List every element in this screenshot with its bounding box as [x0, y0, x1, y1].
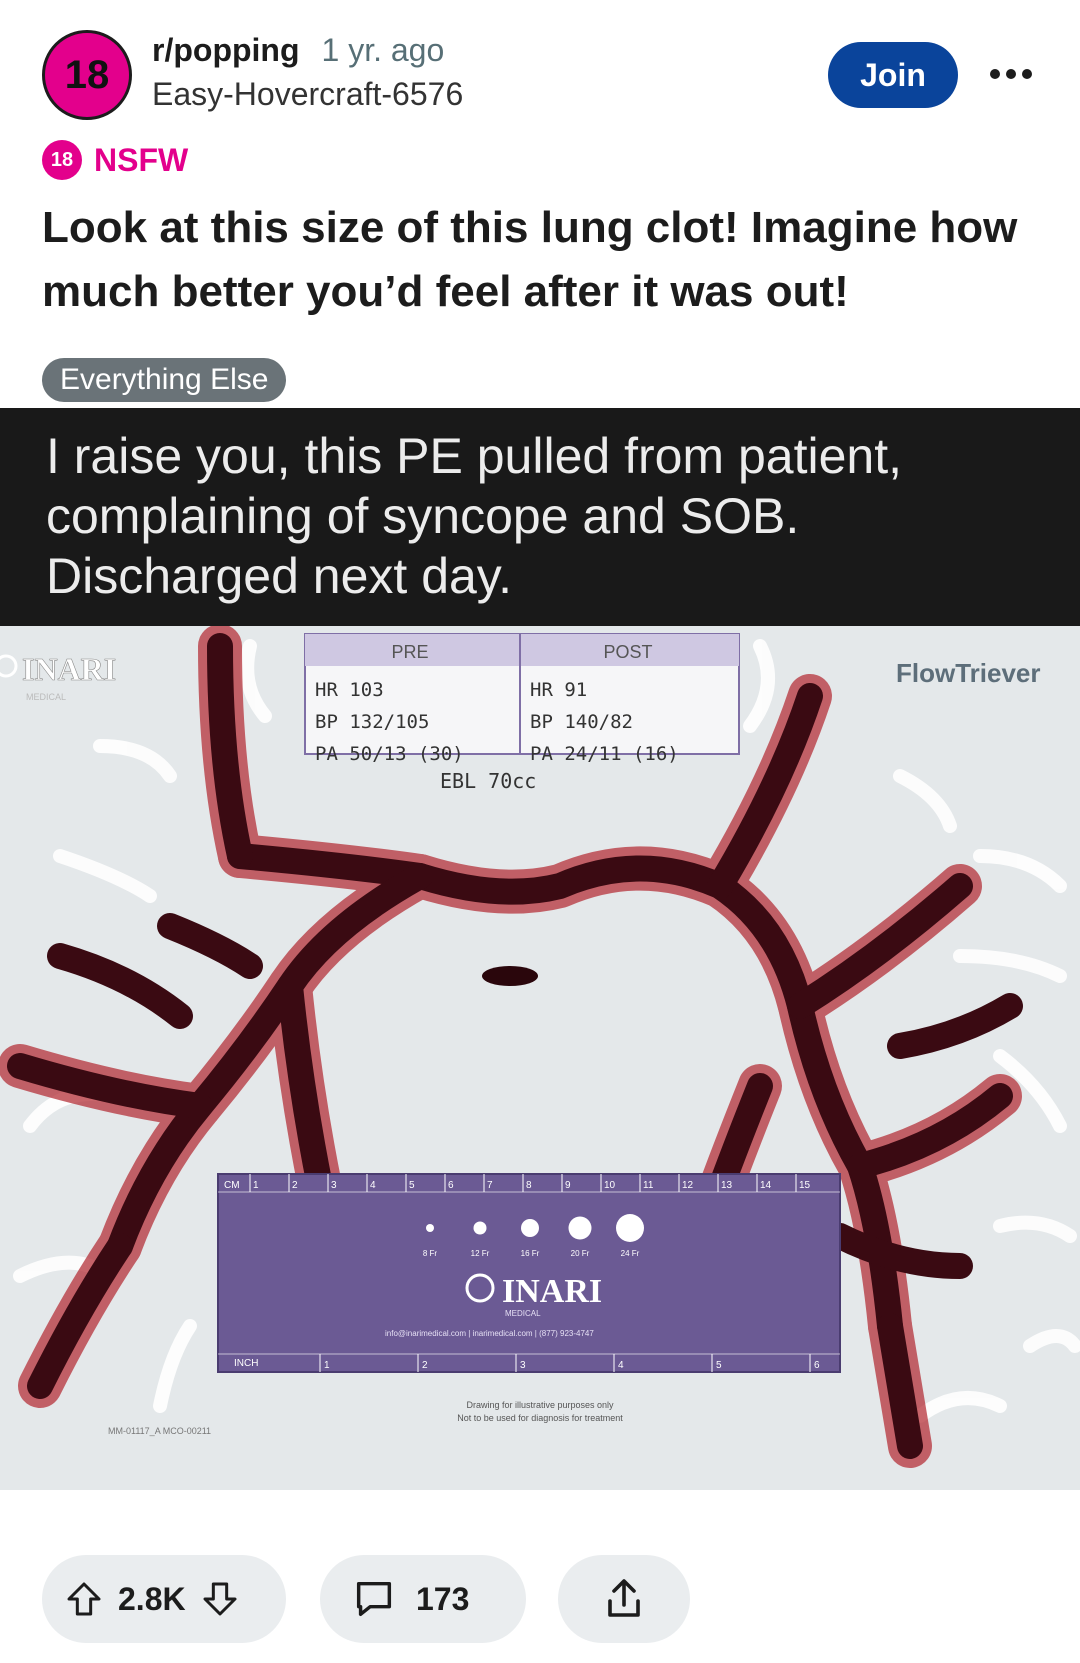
post-age: 1 yr. ago [321, 32, 445, 68]
ruler-cm-label: CM [224, 1180, 240, 1191]
catheter-size-dot [521, 1219, 539, 1237]
post-header: POST [603, 642, 652, 662]
comments-button[interactable]: 173 [320, 1555, 526, 1643]
subreddit-avatar[interactable]: 18 [42, 30, 132, 120]
post-header: 18 r/popping 1 yr. ago Easy-Hovercraft-6… [0, 0, 1080, 130]
pre-line-1: HR 103 [315, 679, 384, 701]
brand-left-sub: MEDICAL [26, 692, 66, 702]
catheter-size-label: 24 Fr [621, 1249, 640, 1258]
catheter-size-dot [473, 1221, 487, 1235]
cm-tick-label: 1 [253, 1180, 259, 1191]
join-button[interactable]: Join [828, 42, 958, 108]
comment-icon [350, 1576, 398, 1622]
catheter-size-dot [568, 1216, 592, 1240]
cm-tick-label: 8 [526, 1180, 532, 1191]
pre-line-3: PA 50/13 (30) [315, 743, 464, 765]
cm-tick-label: 15 [799, 1180, 811, 1191]
share-icon [600, 1575, 648, 1623]
cm-tick-label: 14 [760, 1180, 772, 1191]
inch-tick-label: 5 [716, 1360, 722, 1371]
more-options-icon[interactable] [990, 58, 1032, 90]
post-title[interactable]: Look at this size of this lung clot! Ima… [42, 196, 1042, 324]
cm-tick-label: 6 [448, 1180, 454, 1191]
cm-tick-label: 12 [682, 1180, 694, 1191]
catheter-size-dot [616, 1214, 644, 1242]
catheter-size-label: 12 Fr [471, 1249, 490, 1258]
nsfw-tag: 18 NSFW [42, 140, 188, 180]
catheter-size-label: 8 Fr [423, 1249, 438, 1258]
post-line-3: PA 24/11 (16) [530, 743, 679, 765]
clot-photo-drawing: PRE POST HR 103 BP 132/105 PA 50/13 (30)… [0, 624, 1080, 1490]
image-caption-bar: I raise you, this PE pulled from patient… [0, 408, 1080, 626]
post-line-1: HR 91 [530, 679, 587, 701]
inch-tick-label: 2 [422, 1360, 428, 1371]
post-line-2: BP 140/82 [530, 711, 633, 733]
ebl-note: EBL 70cc [440, 769, 536, 793]
part-number: MM-01117_A MCO-00211 [108, 1426, 211, 1436]
ruler-brand-sub: MEDICAL [505, 1309, 541, 1318]
clot-photo: PRE POST HR 103 BP 132/105 PA 50/13 (30)… [0, 624, 1080, 1490]
cm-tick-label: 13 [721, 1180, 733, 1191]
flowtriever-brand: FlowTriever [896, 658, 1041, 688]
cm-tick-label: 4 [370, 1180, 376, 1191]
post-image[interactable]: I raise you, this PE pulled from patient… [0, 408, 1080, 1490]
post-flair[interactable]: Everything Else [42, 358, 287, 402]
catheter-size-dot [426, 1224, 434, 1232]
cm-tick-label: 2 [292, 1180, 298, 1191]
cm-tick-label: 11 [643, 1180, 654, 1191]
nsfw-label: NSFW [94, 141, 189, 178]
cm-tick-label: 7 [487, 1180, 493, 1191]
inch-tick-label: 3 [520, 1360, 526, 1371]
disclaimer-line-2: Not to be used for diagnosis for treatme… [457, 1413, 623, 1423]
pre-line-2: BP 132/105 [315, 711, 429, 733]
inch-tick-label: 1 [324, 1360, 330, 1371]
inch-tick-label: 4 [618, 1360, 624, 1371]
vote-count: 2.8K [118, 1580, 186, 1617]
downvote-icon[interactable] [200, 1579, 240, 1619]
ruler: 1 2 3 4 5 6 7 8 9 10 11 12 13 14 15 CM 8 Fr 12 Fr 16 Fr 2… [217, 1173, 841, 1373]
subreddit-name[interactable]: r/popping [152, 32, 300, 69]
avatar-label: 18 [52, 40, 122, 110]
cm-tick-label: 10 [604, 1180, 616, 1191]
upvote-icon[interactable] [64, 1579, 104, 1619]
action-bar: 2.8K 173 [0, 1555, 1080, 1645]
inch-tick-label: 6 [814, 1360, 820, 1371]
share-button[interactable] [558, 1555, 690, 1643]
image-caption: I raise you, this PE pulled from patient… [46, 428, 902, 604]
catheter-size-label: 16 Fr [521, 1249, 540, 1258]
cm-tick-label: 5 [409, 1180, 415, 1191]
cm-tick-label: 3 [331, 1180, 337, 1191]
brand-left: INARI [22, 651, 116, 687]
cm-tick-label: 9 [565, 1180, 571, 1191]
ruler-contact: info@inarimedical.com | inarimedical.com… [385, 1329, 594, 1338]
subreddit-line: r/popping 1 yr. ago [152, 32, 444, 69]
ruler-brand: INARI [502, 1273, 602, 1310]
catheter-size-label: 20 Fr [571, 1249, 590, 1258]
nsfw-badge: 18 [42, 140, 82, 180]
author-name[interactable]: Easy-Hovercraft-6576 [152, 76, 463, 113]
pre-header: PRE [391, 642, 428, 662]
comment-count: 173 [416, 1580, 470, 1617]
ruler-inch-label: INCH [234, 1358, 258, 1369]
vote-control: 2.8K [42, 1555, 286, 1643]
disclaimer-line-1: Drawing for illustrative purposes only [466, 1400, 614, 1410]
